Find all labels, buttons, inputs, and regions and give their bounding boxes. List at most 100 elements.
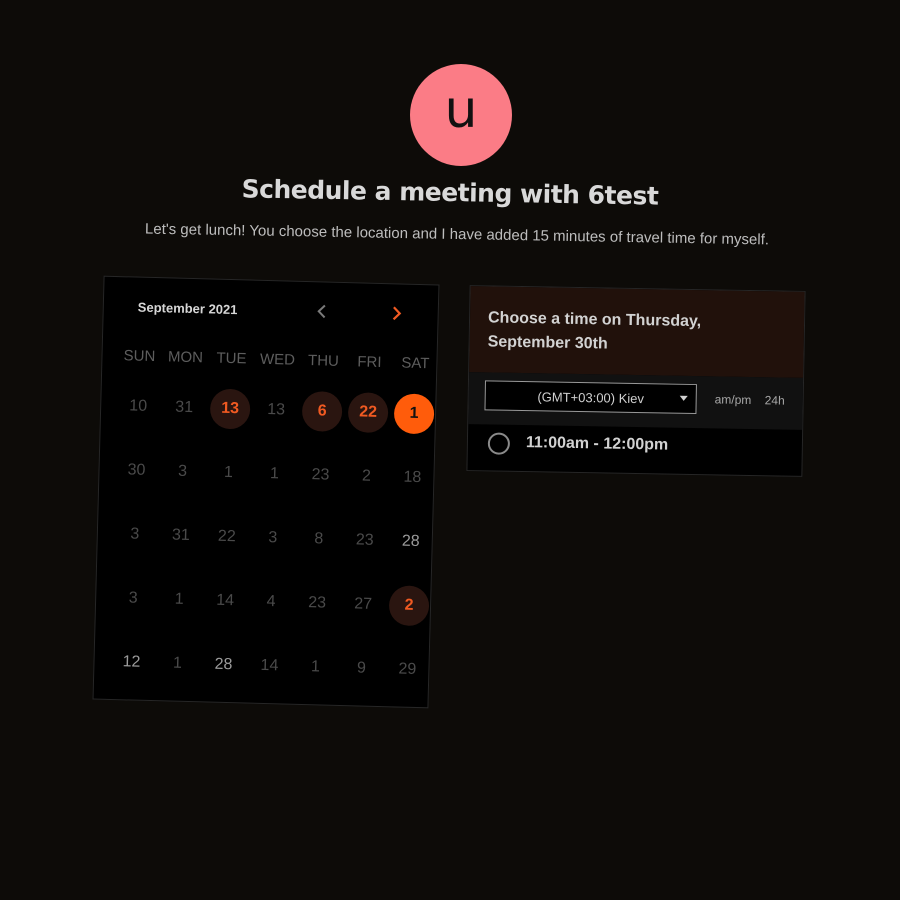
calendar-day: 14 — [202, 579, 249, 622]
calendar-day: 1 — [251, 453, 298, 496]
calendar-day-label: 3 — [130, 525, 140, 543]
calendar-day: 2 — [343, 455, 390, 498]
calendar: September 2021 SUN MON TUE WED THU FRI SAT 10 3… — [92, 275, 440, 709]
calendar-day: 3 — [249, 517, 296, 560]
calendar-day-label: 22 — [217, 527, 236, 546]
page-subtitle: Let's get lunch! You choose the location… — [144, 220, 770, 249]
calendar-day-label: 14 — [216, 591, 235, 610]
page-title: Schedule a meeting with 6test — [241, 174, 659, 211]
weekday-header: SUN MON TUE WED THU FRI SAT — [116, 347, 438, 372]
calendar-day: 12 — [108, 641, 155, 684]
month-label: September 2021 — [137, 299, 238, 318]
time-picker-header: Choose a time on Thursday, September 30t… — [469, 286, 805, 378]
weekday-label: MON — [167, 348, 204, 367]
weekday-label: WED — [259, 350, 296, 369]
calendar-day-label: 8 — [314, 530, 324, 548]
calendar-day: 1 — [292, 646, 339, 689]
calendar-day: 18 — [389, 456, 436, 499]
timezone-value: (GMT+03:00) Kiev — [537, 388, 645, 406]
calendar-day: 23 — [294, 582, 341, 625]
calendar-day-label: 28 — [214, 655, 233, 674]
calendar-day[interactable]: 22 — [345, 391, 392, 434]
time-slot-label: 11:00am - 12:00pm — [525, 434, 669, 454]
24h-toggle[interactable]: 24h — [765, 393, 785, 407]
time-slot[interactable]: 11:00am - 12:00pm — [467, 424, 802, 476]
calendar-day-label: 23 — [355, 531, 374, 549]
calendar-day-label: 18 — [403, 468, 422, 487]
calendar-day-label: 1 — [174, 590, 184, 608]
calendar-day: 3 — [110, 577, 157, 620]
calendar-day-label: 14 — [260, 656, 279, 675]
avatar-initial: u — [444, 80, 478, 140]
calendar-day-label: 4 — [266, 593, 276, 611]
calendar-day[interactable]: 2 — [386, 584, 433, 627]
weekday-label: SUN — [123, 347, 156, 366]
caret-down-icon — [679, 395, 688, 401]
calendar-day: 4 — [248, 581, 295, 624]
calendar-day: 9 — [338, 647, 385, 690]
calendar-day: 3 — [111, 513, 158, 556]
timezone-bar: (GMT+03:00) Kiev am/pm 24h — [468, 372, 804, 430]
calendar-day-label: 10 — [129, 397, 148, 415]
weekday-label: SAT — [401, 354, 430, 373]
calendar-day: 29 — [384, 648, 431, 691]
calendar-day-label: 23 — [311, 466, 330, 484]
calendar-day-label: 1 — [393, 393, 435, 435]
calendar-day: 28 — [387, 520, 434, 563]
calendar-day: 23 — [341, 519, 388, 562]
time-picker-title: Choose a time on Thursday, September 30t… — [487, 309, 702, 353]
calendar-day: 27 — [340, 583, 387, 626]
calendar-day-label: 2 — [361, 467, 372, 485]
time-picker: Choose a time on Thursday, September 30t… — [466, 285, 806, 477]
calendar-day[interactable]: 1 — [391, 392, 438, 435]
calendar-day-label: 29 — [398, 660, 417, 678]
calendar-day-label: 3 — [268, 529, 278, 547]
weekday-label: FRI — [357, 353, 382, 371]
calendar-day: 3 — [159, 450, 206, 493]
calendar-day-label: 1 — [269, 465, 280, 483]
calendar-day-label: 1 — [223, 463, 234, 482]
calendar-day: 1 — [156, 578, 203, 621]
calendar-day-label: 1 — [310, 658, 321, 676]
calendar-day-label: 6 — [301, 390, 343, 432]
calendar-day-label: 3 — [128, 589, 138, 607]
calendar-day-label: 9 — [356, 659, 367, 677]
calendar-day: 28 — [200, 643, 247, 686]
calendar-day: 23 — [297, 454, 344, 497]
weekday-label: THU — [307, 352, 340, 370]
calendar-day-label: 12 — [122, 653, 141, 671]
chevron-left-icon — [317, 304, 326, 319]
calendar-day-label: 31 — [171, 526, 190, 545]
calendar-day: 10 — [115, 385, 162, 428]
ampm-toggle[interactable]: am/pm — [715, 392, 752, 407]
prev-month-button[interactable] — [309, 298, 336, 325]
calendar-day: 31 — [161, 386, 208, 429]
calendar-day: 8 — [295, 518, 342, 561]
calendar-header: September 2021 — [103, 277, 438, 346]
calendar-day-label: 3 — [177, 462, 188, 480]
next-month-button[interactable] — [383, 300, 410, 327]
weekday-label: TUE — [216, 349, 247, 368]
calendar-day: 31 — [157, 514, 204, 557]
calendar-day[interactable]: 13 — [207, 387, 254, 430]
calendar-day-label: 13 — [209, 388, 251, 430]
calendar-day-label: 23 — [307, 594, 327, 612]
chevron-right-icon — [392, 306, 402, 321]
calendar-day: 30 — [113, 449, 160, 492]
calendar-day[interactable]: 6 — [299, 390, 346, 433]
avatar: u — [410, 64, 512, 166]
calendar-day: 14 — [246, 645, 293, 688]
calendar-day-label: 2 — [388, 585, 430, 627]
calendar-day-label: 13 — [267, 401, 286, 419]
calendar-day-label: 1 — [172, 654, 183, 672]
calendar-day-label: 31 — [175, 398, 194, 417]
calendar-grid: 10 31 13 13 6 22 1 30 3 1 1 23 2 18 3 31 22 3 8 23 28 3 1 14 4 23… — [107, 385, 437, 713]
radio-button[interactable] — [487, 432, 511, 455]
timezone-select[interactable]: (GMT+03:00) Kiev — [484, 380, 697, 415]
calendar-day-label: 28 — [401, 532, 420, 551]
calendar-day: 1 — [205, 451, 252, 494]
calendar-day-label: 30 — [127, 461, 146, 479]
calendar-day-label: 22 — [347, 392, 389, 434]
calendar-day: 22 — [203, 515, 250, 558]
calendar-day-label: 27 — [353, 595, 373, 613]
